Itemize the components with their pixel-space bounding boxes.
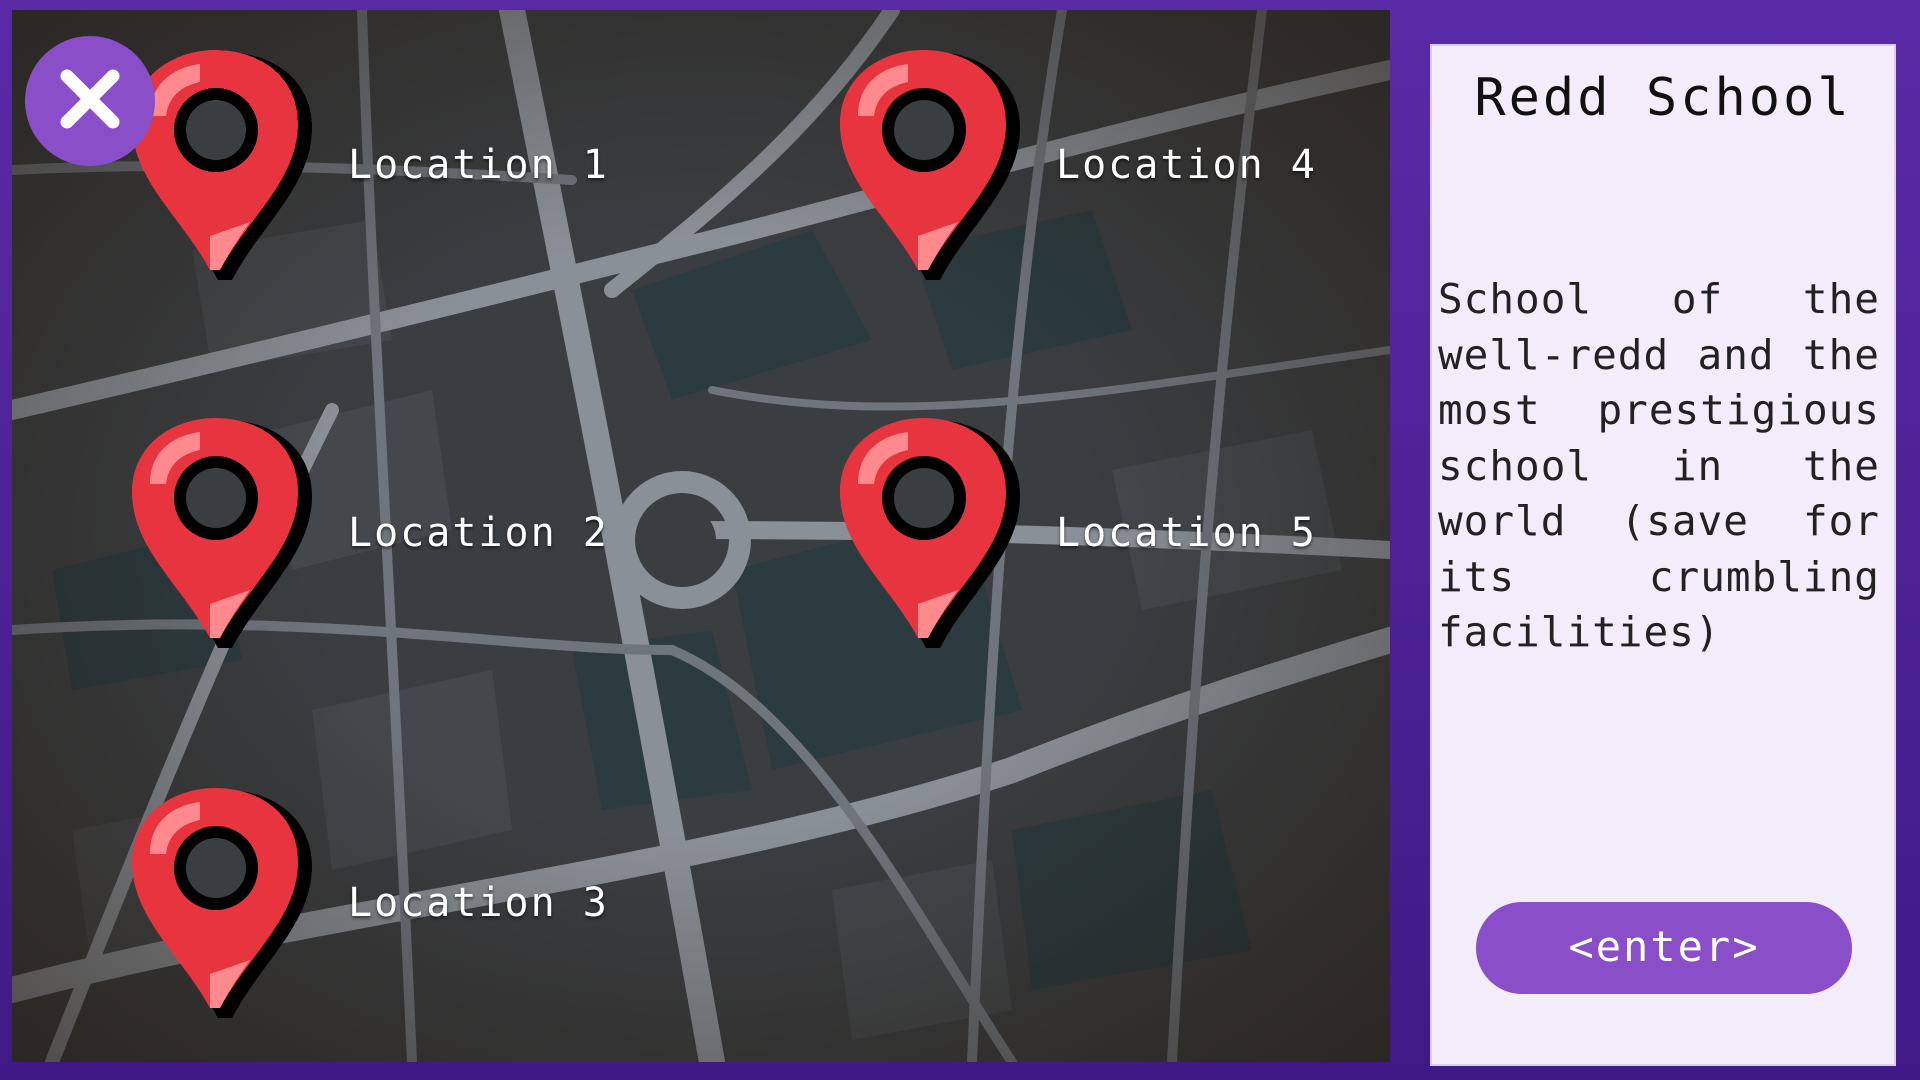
- location-4-label[interactable]: Location 4: [1056, 142, 1317, 188]
- map-pin-icon: [132, 788, 312, 1018]
- location-info-panel: Redd School School of the well-redd and …: [1430, 44, 1896, 1066]
- location-title: Redd School: [1474, 68, 1852, 128]
- map-pin-icon: [840, 50, 1020, 280]
- location-1-label[interactable]: Location 1: [348, 142, 609, 188]
- map-pin-icon: [132, 418, 312, 648]
- location-3-label[interactable]: Location 3: [348, 880, 609, 926]
- map-pin-icon: [840, 418, 1020, 648]
- close-icon: [55, 64, 125, 138]
- location-5-pin[interactable]: [828, 414, 1038, 654]
- location-description: School of the well-redd and the most pre…: [1438, 275, 1880, 656]
- enter-button[interactable]: <enter>: [1476, 902, 1852, 994]
- location-4-pin[interactable]: [828, 46, 1038, 286]
- location-5-label[interactable]: Location 5: [1056, 510, 1317, 556]
- location-3-pin[interactable]: [120, 784, 330, 1024]
- location-2-label[interactable]: Location 2: [348, 510, 609, 556]
- location-2-pin[interactable]: [120, 414, 330, 654]
- close-button[interactable]: [25, 36, 155, 166]
